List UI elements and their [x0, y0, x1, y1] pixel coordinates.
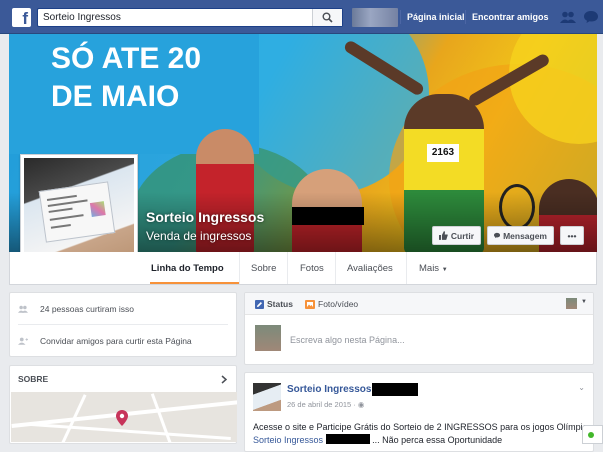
composer-tabs: Status Foto/vídeo ▼	[245, 293, 593, 315]
likes-count-text: 24 pessoas curtiram isso	[40, 304, 135, 314]
facebook-logo-icon[interactable]: f	[12, 8, 31, 27]
invite-friends-text: Convidar amigos para curtir esta Página	[40, 336, 192, 346]
cover-headline: SÓ ATE 20 DE MAIO	[51, 40, 201, 116]
tab-timeline[interactable]: Linha do Tempo	[151, 263, 224, 274]
cover-headline-line1: SÓ ATE 20	[51, 42, 202, 75]
page-category[interactable]: Venda de ingressos	[146, 229, 251, 243]
tab-status[interactable]: Status	[255, 299, 293, 309]
messages-icon[interactable]	[584, 11, 598, 23]
pencil-icon	[255, 299, 264, 309]
redaction-bar	[292, 207, 364, 225]
tab-photo-video[interactable]: Foto/vídeo	[305, 299, 358, 309]
message-button-label: Mensagem	[503, 230, 547, 241]
divider	[18, 324, 228, 325]
message-icon	[494, 232, 501, 239]
page-edge	[597, 34, 603, 444]
post-author-name[interactable]: Sorteio Ingressos	[287, 384, 371, 395]
tab-divider	[406, 252, 407, 284]
photo-tab-label: Foto/vídeo	[318, 299, 359, 309]
tab-more-label: Mais	[419, 263, 440, 274]
chevron-right-icon[interactable]	[221, 375, 227, 384]
like-button-label: Curtir	[450, 230, 474, 241]
thumbs-up-icon	[439, 231, 448, 240]
more-options-button[interactable]: •••	[560, 226, 584, 245]
active-tab-indicator	[150, 282, 240, 284]
tab-divider	[287, 252, 288, 284]
photo-icon	[305, 299, 315, 309]
tab-reviews[interactable]: Avaliações	[347, 263, 393, 274]
composer-input[interactable]: Escreva algo nesta Página...	[290, 335, 405, 345]
invite-friends-row[interactable]: Convidar amigos para curtir esta Página	[18, 336, 192, 346]
likes-card: 24 pessoas curtiram isso Convidar amigos…	[9, 292, 237, 357]
tab-divider	[239, 252, 240, 284]
more-options-label: •••	[567, 230, 577, 241]
invite-friends-icon	[18, 337, 28, 345]
post-date[interactable]: 26 de abril de 2015 · ◉	[287, 400, 364, 409]
tab-about[interactable]: Sobre	[251, 263, 276, 274]
tab-more[interactable]: Mais ▼	[419, 263, 448, 274]
nav-divider	[465, 10, 466, 24]
profile-avatar[interactable]	[352, 8, 398, 27]
page-title[interactable]: Sorteio Ingressos	[146, 209, 264, 225]
search-input[interactable]: Sorteio Ingressos	[37, 8, 343, 27]
location-map[interactable]	[11, 392, 237, 442]
post-options-chevron-icon[interactable]: ⌄	[578, 383, 585, 392]
tab-photos[interactable]: Fotos	[300, 263, 324, 274]
people-icon	[18, 305, 28, 313]
home-link[interactable]: Página inicial	[407, 12, 465, 22]
page-tabs: Linha do Tempo Sobre Fotos Avaliações Ma…	[9, 252, 597, 285]
about-card: SOBRE	[9, 365, 237, 444]
cover-headline-line2: DE MAIO	[51, 80, 180, 113]
caret-down-icon[interactable]: ▼	[581, 299, 587, 305]
post-date-text: 26 de abril de 2015 ·	[287, 400, 358, 409]
find-friends-link[interactable]: Encontrar amigos	[472, 12, 549, 22]
composer-avatar	[255, 325, 281, 351]
nav-divider	[400, 10, 401, 24]
chat-tab[interactable]	[582, 425, 603, 444]
athlete-bib: 2163	[427, 144, 459, 162]
tab-divider	[335, 252, 336, 284]
like-page-button[interactable]: Curtir	[432, 226, 481, 245]
map-pin-icon	[116, 410, 128, 426]
search-button[interactable]	[312, 9, 342, 26]
search-input-value[interactable]: Sorteio Ingressos	[43, 12, 121, 23]
timeline-post: Sorteio Ingressos 26 de abril de 2015 · …	[244, 372, 594, 452]
globe-icon: ◉	[357, 400, 365, 409]
friend-requests-icon[interactable]	[560, 11, 576, 23]
search-icon	[322, 12, 333, 23]
post-author-avatar[interactable]	[253, 383, 281, 411]
redaction-bar	[372, 383, 418, 396]
top-navigation-bar: f Sorteio Ingressos Página inicial Encon…	[0, 0, 603, 34]
likes-row[interactable]: 24 pessoas curtiram isso	[18, 304, 134, 314]
message-button[interactable]: Mensagem	[487, 226, 554, 245]
post-text-part1: Acesse o site e Participe Grátis do Sort…	[253, 422, 594, 432]
status-tab-label: Status	[267, 299, 293, 309]
online-status-icon	[588, 432, 594, 438]
post-composer: Status Foto/vídeo ▼ Escreva algo nesta P…	[244, 292, 594, 365]
ticket-image	[38, 181, 116, 243]
redaction-bar	[325, 434, 370, 444]
poster-avatar[interactable]	[566, 298, 577, 309]
caret-down-icon: ▼	[441, 267, 448, 273]
post-text: Acesse o site e Participe Grátis do Sort…	[253, 421, 594, 447]
about-header[interactable]: SOBRE	[18, 374, 48, 384]
